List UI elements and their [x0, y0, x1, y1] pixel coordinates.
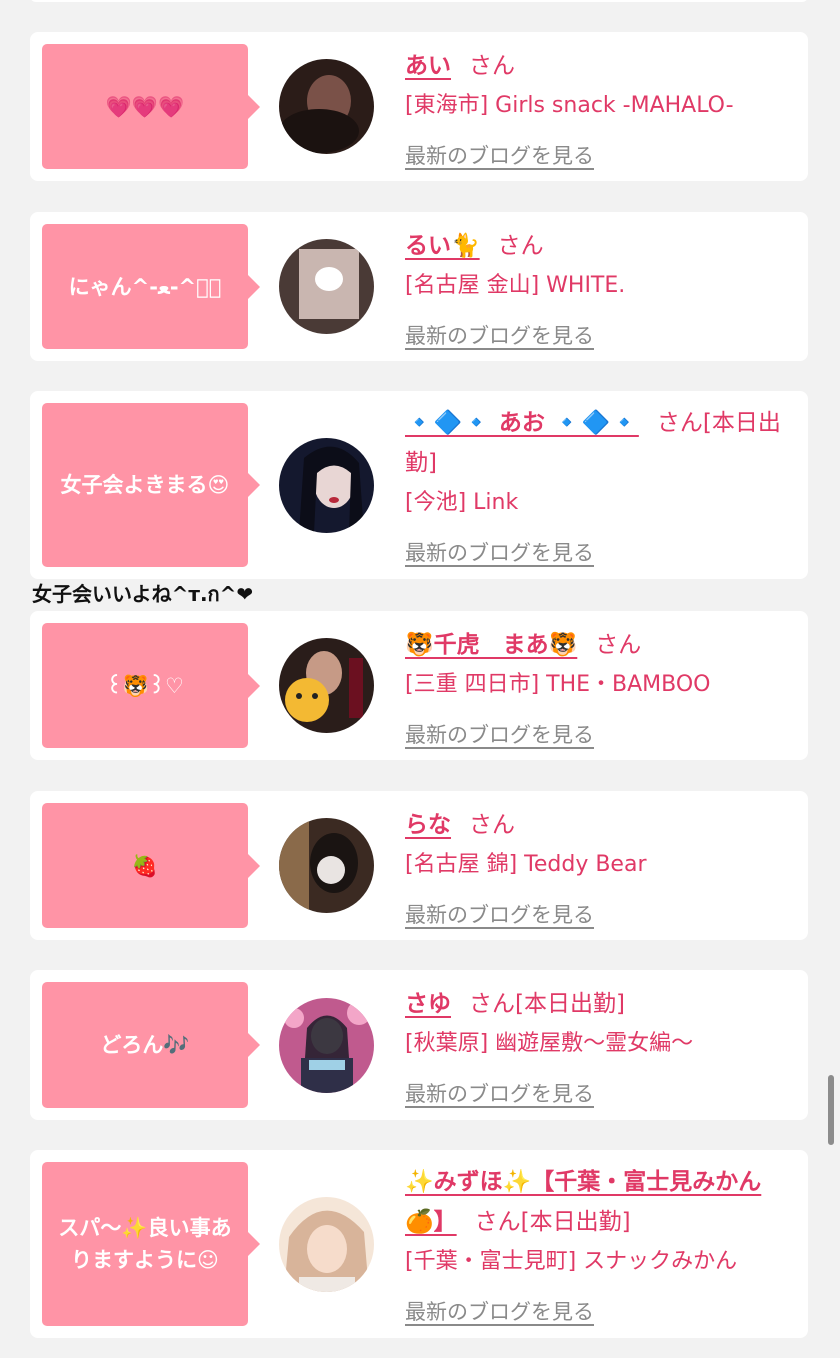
avatar-image: [279, 239, 374, 334]
comment-text: 女子会いいよね^ᴛ.ก^❤: [32, 582, 254, 606]
avatar[interactable]: [279, 438, 374, 533]
latest-blog-link[interactable]: 最新のブログを見る: [405, 1292, 594, 1332]
member-name-link[interactable]: あい: [405, 53, 451, 79]
shop-info: [千葉・富士見町] スナックみかん: [405, 1249, 738, 1274]
message-bubble: 女子会よきまる😍: [42, 403, 260, 567]
latest-blog-link[interactable]: 最新のブログを見る: [405, 533, 594, 573]
shop-info: [名古屋 錦] Teddy Bear: [405, 852, 647, 877]
honorific: さん: [469, 812, 515, 838]
avatar-image: [279, 438, 374, 533]
member-name-link[interactable]: 🔹🔷🔹 あお 🔹🔷🔹: [405, 410, 639, 436]
message-text: にゃん^-ﻌ-^ฅ゙: [68, 274, 222, 299]
avatar[interactable]: [279, 818, 374, 913]
shop-info: [今池] Link: [405, 490, 519, 515]
blog-card-ao: 女子会よきまる😍 🔹🔷🔹 あお 🔹🔷🔹 さん[本日出勤] [今池] Link 最新…: [30, 391, 808, 579]
honorific: さん[本日出勤]: [469, 991, 625, 1017]
message-bubble: スパ〜✨良い事ありますように☺︎: [42, 1162, 260, 1326]
shop-info: [秋葉原] 幽遊屋敷〜霊女編〜: [405, 1031, 694, 1056]
avatar-image: [279, 998, 374, 1093]
avatar-image: [279, 638, 374, 733]
message-bubble: にゃん^-ﻌ-^ฅ゙: [42, 224, 260, 349]
shop-info: [三重 四日市] THE・BAMBOO: [405, 672, 711, 697]
blog-card-rui: にゃん^-ﻌ-^ฅ゙ るい🐈 さん [名古屋 金山] WHITE. 最新のブログを…: [30, 212, 808, 361]
blog-card-maa: ꒰🐯꒱♡ 🐯千虎 まあ🐯 さん [三重 四日市] THE・BAMBOO 最新のブロ…: [30, 611, 808, 760]
avatar-image: [279, 1197, 374, 1292]
message-bubble: どろん🎶: [42, 982, 260, 1108]
previous-card-edge: [30, 0, 808, 2]
member-name-link[interactable]: さゆ: [405, 991, 451, 1017]
blog-card-mizuho: スパ〜✨良い事ありますように☺︎ ✨みずほ✨【千葉・富士見みかん🍊】 さん[本日出…: [30, 1150, 808, 1338]
blog-card-sayu: どろん🎶 さゆ さん[本日出勤] [秋葉原] 幽遊屋敷〜霊女編〜 最新のブログを見…: [30, 970, 808, 1120]
member-name-link[interactable]: 🐯千虎 まあ🐯: [405, 632, 577, 658]
avatar-image: [279, 818, 374, 913]
member-name-link[interactable]: るい🐈: [405, 233, 480, 259]
message-bubble: 🍓: [42, 803, 260, 928]
honorific: さん: [595, 632, 642, 658]
avatar-image: [279, 59, 374, 154]
member-name-link[interactable]: らな: [405, 812, 451, 838]
avatar[interactable]: [279, 1197, 374, 1292]
avatar[interactable]: [279, 998, 374, 1093]
message-text: どろん🎶: [100, 1033, 190, 1057]
message-text: 女子会よきまる😍: [60, 473, 230, 497]
message-text: 💗💗💗: [105, 94, 185, 119]
message-text: スパ〜✨良い事ありますように☺︎: [58, 1216, 232, 1272]
avatar[interactable]: [279, 59, 374, 154]
vertical-scrollbar[interactable]: [828, 1075, 834, 1145]
avatar[interactable]: [279, 239, 374, 334]
message-text: 🍓: [131, 853, 159, 878]
avatar[interactable]: [279, 638, 374, 733]
message-text: ꒰🐯꒱♡: [106, 673, 184, 698]
shop-info: [東海市] Girls snack -MAHALO-: [405, 93, 734, 118]
latest-blog-link[interactable]: 最新のブログを見る: [405, 136, 594, 176]
honorific: さん: [497, 233, 544, 259]
honorific: さん[本日出勤]: [474, 1209, 631, 1235]
shop-info: [名古屋 金山] WHITE.: [405, 273, 626, 298]
latest-blog-link[interactable]: 最新のブログを見る: [405, 715, 594, 755]
latest-blog-link[interactable]: 最新のブログを見る: [405, 895, 594, 935]
message-bubble: 💗💗💗: [42, 44, 260, 169]
honorific: さん: [469, 53, 515, 79]
message-bubble: ꒰🐯꒱♡: [42, 623, 260, 748]
blog-card-ai: 💗💗💗 あい さん [東海市] Girls snack -MAHALO- 最新のブ…: [30, 32, 808, 181]
blog-card-rana: 🍓 らな さん [名古屋 錦] Teddy Bear 最新のブログを見る: [30, 791, 808, 940]
latest-blog-link[interactable]: 最新のブログを見る: [405, 316, 594, 356]
latest-blog-link[interactable]: 最新のブログを見る: [405, 1074, 594, 1114]
